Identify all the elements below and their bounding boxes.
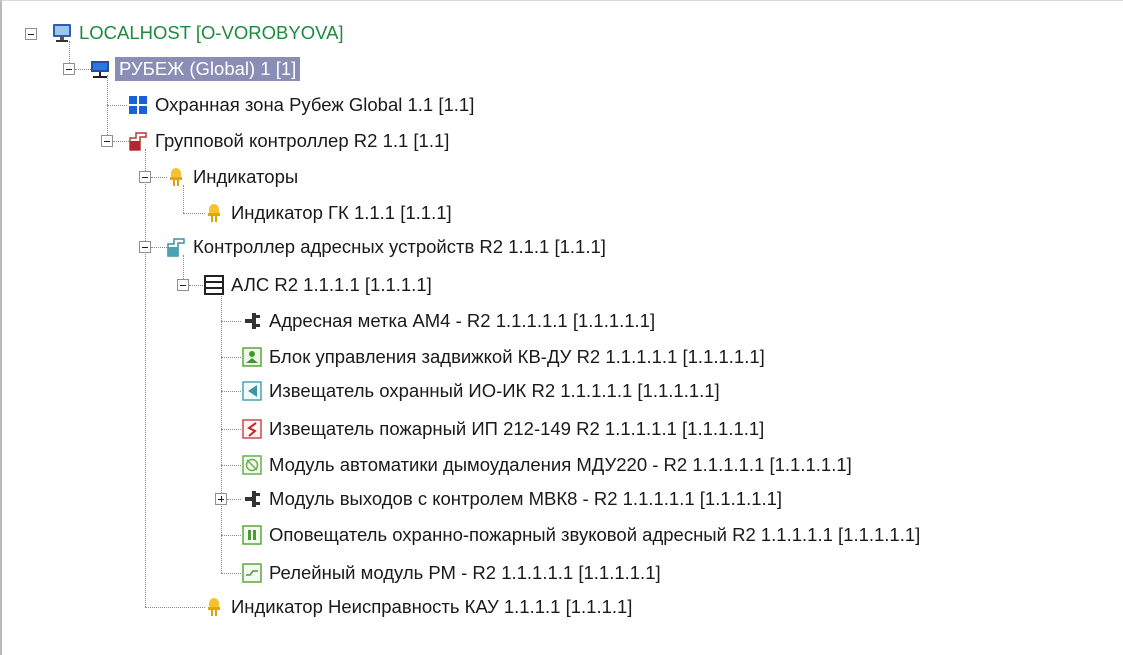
tree-line (183, 213, 205, 214)
tree-node-label: Извещатель пожарный ИП 212-149 R2 1.1.1.… (269, 418, 765, 439)
indicator-icon (208, 204, 220, 222)
tree-line (221, 535, 241, 536)
expand-toggle-output-module[interactable] (215, 493, 227, 505)
tree-node-label: Охранная зона Рубеж Global 1.1 [1.1] (155, 94, 475, 115)
tree-node-als[interactable]: АЛС R2 1.1.1.1 [1.1.1.1] (203, 270, 434, 300)
tree-node-label: Блок управления задвижкой КВ-ДУ R2 1.1.1… (269, 346, 765, 367)
tree-node-label: РУБЕЖ (Global) 1 [1] (115, 57, 301, 81)
tree-node-security-detector[interactable]: Извещатель охранный ИО-ИК R2 1.1.1.1.1 [… (241, 376, 722, 406)
group-controller-icon (129, 132, 147, 151)
tree-node-label: АЛС R2 1.1.1.1 [1.1.1.1] (231, 274, 432, 295)
tree-node-fire-detector[interactable]: Извещатель пожарный ИП 212-149 R2 1.1.1.… (241, 414, 766, 444)
tree-line (221, 573, 241, 574)
tree-node-label: Релейный модуль РМ - R2 1.1.1.1.1 [1.1.1… (269, 562, 661, 583)
tree-node-sounder[interactable]: Оповещатель охранно-пожарный звуковой ад… (241, 520, 922, 550)
security-detector-icon (242, 381, 262, 401)
tree-node-label: Модуль выходов с контролем МВК8 - R2 1.1… (269, 488, 783, 509)
tree-node-valve-control[interactable]: Блок управления задвижкой КВ-ДУ R2 1.1.1… (241, 342, 767, 372)
network-device-icon (91, 61, 109, 78)
tree-line (221, 429, 241, 430)
tree-line (221, 391, 241, 392)
collapse-toggle-root[interactable] (25, 28, 37, 40)
tree-node-label: Групповой контроллер R2 1.1 [1.1] (155, 130, 450, 151)
tree-line (221, 465, 241, 466)
tree-node-indicator-fault[interactable]: Индикатор Неисправность КАУ 1.1.1.1 [1.1… (203, 592, 634, 622)
address-controller-icon (167, 238, 185, 257)
tree-node-smoke-module[interactable]: Модуль автоматики дымоудаления МДУ220 - … (241, 450, 854, 480)
tree-node-label: Адресная метка АМ4 - R2 1.1.1.1.1 [1.1.1… (269, 310, 656, 331)
collapse-toggle-group-controller[interactable] (101, 135, 113, 147)
tree-node-label: Индикаторы (193, 166, 299, 187)
tree-node-relay-module[interactable]: Релейный модуль РМ - R2 1.1.1.1.1 [1.1.1… (241, 558, 663, 588)
device-tree[interactable]: LOCALHOST [O-VOROBYOVA] РУБЕЖ (Global) 1… (0, 0, 1123, 655)
smoke-module-icon (242, 455, 262, 475)
computer-icon (53, 24, 71, 42)
tree-node-indicators[interactable]: Индикаторы (165, 162, 300, 192)
fire-detector-icon (242, 419, 262, 439)
tree-line (107, 105, 127, 106)
tree-line (221, 291, 222, 573)
collapse-toggle-address-controller[interactable] (139, 241, 151, 253)
tree-line (221, 321, 241, 322)
tree-node-address-tag[interactable]: Адресная метка АМ4 - R2 1.1.1.1.1 [1.1.1… (241, 306, 657, 336)
tree-node-localhost[interactable]: LOCALHOST [O-VOROBYOVA] (51, 18, 346, 48)
tree-node-label: Индикатор Неисправность КАУ 1.1.1.1 [1.1… (231, 596, 633, 617)
collapse-toggle-device[interactable] (63, 63, 75, 75)
collapse-toggle-indicators[interactable] (139, 171, 151, 183)
indicator-icon (170, 168, 182, 186)
tree-line (107, 75, 108, 141)
tree-node-label: Оповещатель охранно-пожарный звуковой ад… (269, 524, 921, 545)
indicator-icon (208, 598, 220, 616)
tree-line (227, 499, 241, 500)
tree-node-indicator-gk[interactable]: Индикатор ГК 1.1.1 [1.1.1] (203, 198, 454, 228)
address-tag-icon (245, 313, 260, 329)
collapse-toggle-als[interactable] (177, 279, 189, 291)
tree-node-label: Извещатель охранный ИО-ИК R2 1.1.1.1.1 [… (269, 380, 720, 401)
tree-node-label: Индикатор ГК 1.1.1 [1.1.1] (231, 202, 452, 223)
tree-line (221, 357, 241, 358)
valve-control-icon (242, 347, 262, 367)
tree-node-label: Контроллер адресных устройств R2 1.1.1 [… (193, 236, 606, 257)
tree-node-address-controller[interactable]: Контроллер адресных устройств R2 1.1.1 [… (165, 232, 608, 262)
security-zone-icon (129, 96, 147, 114)
relay-module-icon (242, 563, 262, 583)
loop-icon (204, 275, 224, 295)
tree-line (145, 149, 146, 607)
output-module-icon (245, 491, 260, 507)
tree-node-security-zone[interactable]: Охранная зона Рубеж Global 1.1 [1.1] (127, 90, 476, 120)
tree-node-rubezh-device[interactable]: РУБЕЖ (Global) 1 [1] (89, 54, 301, 84)
tree-line (145, 607, 205, 608)
tree-node-group-controller[interactable]: Групповой контроллер R2 1.1 [1.1] (127, 126, 451, 156)
tree-node-label: LOCALHOST [O-VOROBYOVA] (79, 22, 344, 43)
tree-node-output-module[interactable]: Модуль выходов с контролем МВК8 - R2 1.1… (241, 484, 784, 514)
sounder-icon (242, 525, 262, 545)
tree-node-label: Модуль автоматики дымоудаления МДУ220 - … (269, 454, 852, 475)
